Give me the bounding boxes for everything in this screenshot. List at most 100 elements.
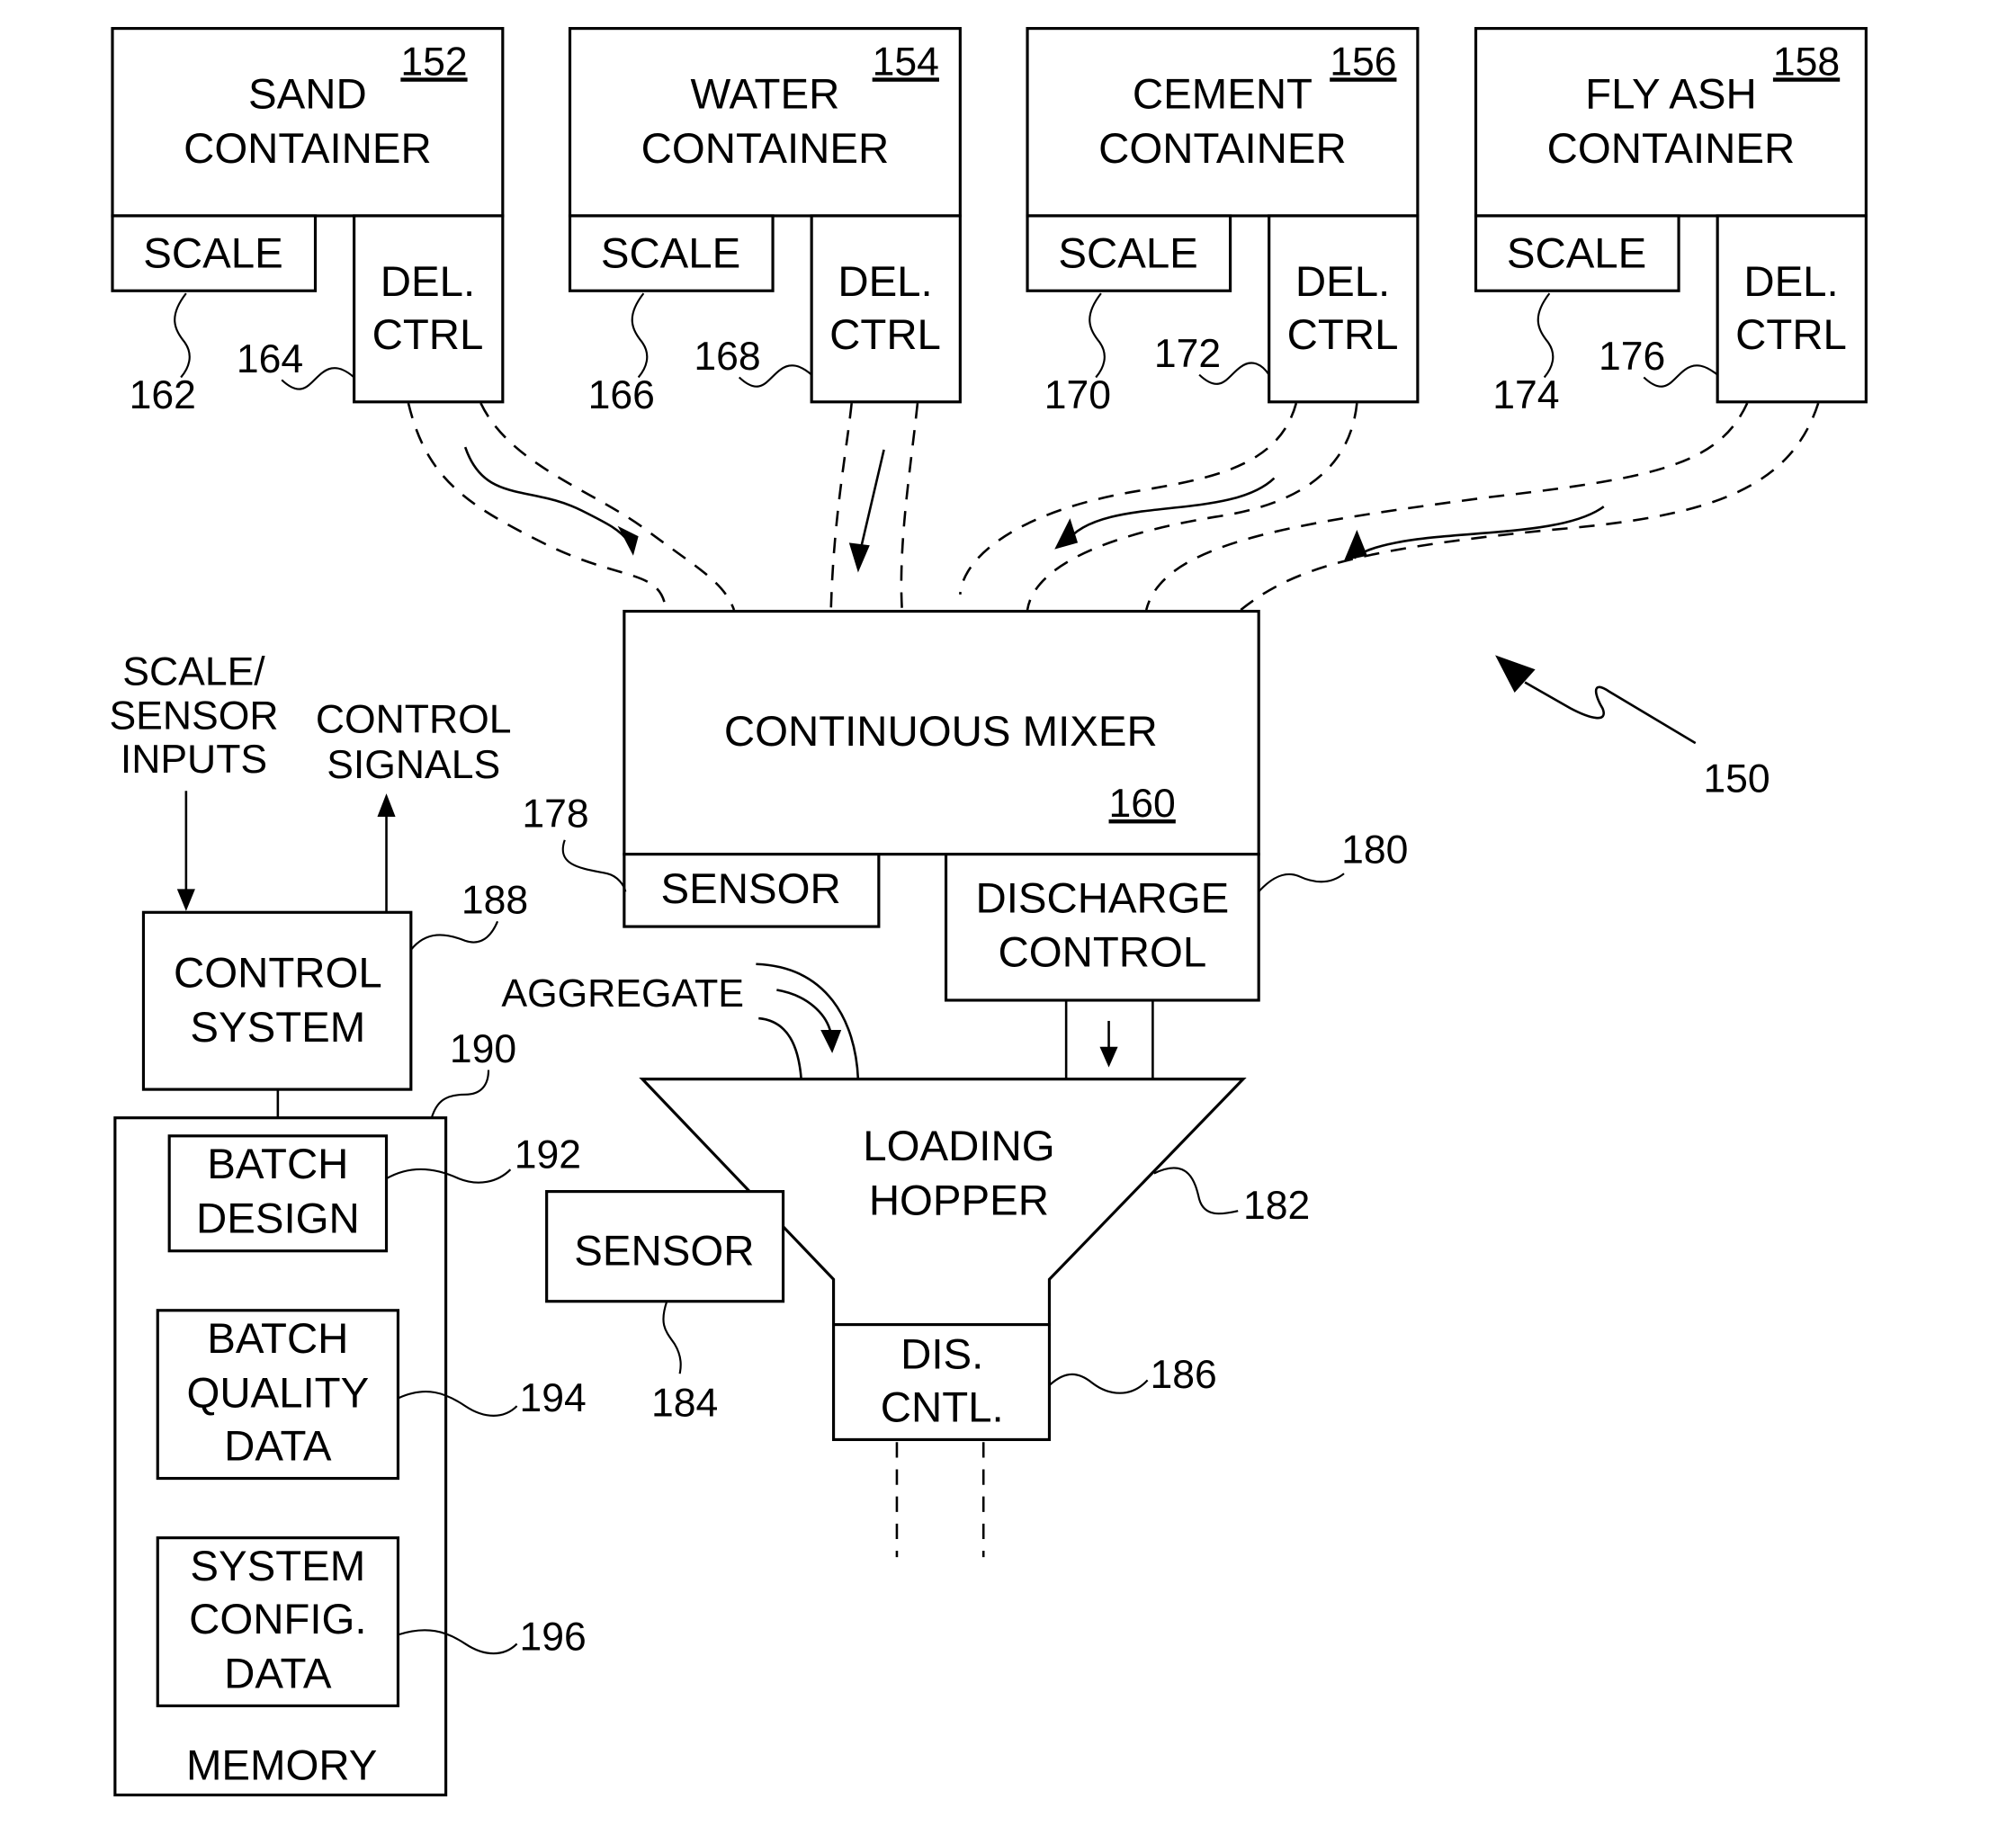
leader-line bbox=[1089, 292, 1106, 379]
arrowhead-icon bbox=[1054, 518, 1079, 550]
ref-label: 184 bbox=[651, 1382, 718, 1426]
water-flow-path bbox=[829, 403, 853, 611]
material-flow-paths bbox=[407, 402, 1820, 612]
scale-label: SCALE bbox=[143, 229, 282, 277]
del-ctrl-label: CTRL bbox=[1287, 311, 1399, 359]
ref-label: 156 bbox=[1330, 40, 1396, 84]
hopper-label: HOPPER bbox=[869, 1177, 1049, 1224]
scale-label: SCALE bbox=[1058, 229, 1197, 277]
container-name: WATER bbox=[691, 71, 840, 119]
ref-label: 182 bbox=[1243, 1184, 1310, 1228]
scale-label: SCALE bbox=[1507, 229, 1646, 277]
container-name: CONTAINER bbox=[1547, 125, 1796, 173]
scale-label: SCALE bbox=[601, 229, 740, 277]
loading-hopper-group: LOADING HOPPER 182 AGGREGATE SENSOR 184 … bbox=[501, 962, 1310, 1558]
system-config-label: SYSTEM bbox=[190, 1543, 365, 1590]
sand-flow-path bbox=[479, 402, 736, 611]
container-name: CEMENT bbox=[1133, 71, 1313, 119]
zigzag-leader bbox=[1524, 681, 1697, 745]
cement-delivery-control bbox=[1268, 214, 1420, 404]
fly-ash-container-group: 158 FLY ASH CONTAINER SCALE DEL. CTRL 17… bbox=[1474, 27, 1868, 417]
arrowhead-icon bbox=[1344, 530, 1367, 561]
leader-line bbox=[174, 292, 191, 379]
dis-cntl-label: CNTL. bbox=[881, 1383, 1004, 1431]
ref-label: 152 bbox=[400, 40, 467, 84]
signals-label: CONTROL bbox=[316, 698, 512, 742]
cement-container-group: 156 CEMENT CONTAINER SCALE DEL. CTRL 170… bbox=[1026, 27, 1420, 417]
ref-label: 166 bbox=[588, 373, 655, 417]
arrowhead-icon bbox=[176, 889, 195, 911]
arrowhead-icon bbox=[820, 1030, 842, 1053]
inputs-label: INPUTS bbox=[121, 738, 267, 782]
leader-line bbox=[662, 1301, 682, 1374]
del-ctrl-label: CTRL bbox=[372, 311, 484, 359]
aggregate-flow-arrow bbox=[776, 989, 832, 1034]
container-name: CONTAINER bbox=[641, 125, 890, 173]
discharge-label: DISCHARGE bbox=[975, 874, 1229, 922]
ref-label: 164 bbox=[237, 337, 303, 381]
sand-flow-path bbox=[407, 402, 668, 608]
system-config-label: DATA bbox=[224, 1650, 332, 1697]
sensor-label: SENSOR bbox=[574, 1227, 754, 1275]
memory-label: MEMORY bbox=[186, 1741, 377, 1789]
container-name: CONTAINER bbox=[184, 125, 432, 173]
arrowhead-icon bbox=[848, 542, 870, 573]
sensor-label: SENSOR bbox=[661, 865, 841, 913]
batch-quality-label: DATA bbox=[224, 1422, 332, 1470]
ref-label: 162 bbox=[130, 373, 196, 417]
arrowhead-icon bbox=[1495, 655, 1536, 694]
batch-quality-label: QUALITY bbox=[186, 1370, 369, 1418]
ref-label: 190 bbox=[450, 1027, 516, 1071]
ref-label: 154 bbox=[873, 40, 939, 84]
arrowhead-icon bbox=[377, 793, 396, 817]
ref-label: 178 bbox=[522, 792, 588, 836]
leader-line bbox=[409, 920, 499, 951]
del-ctrl-label: CTRL bbox=[1735, 311, 1847, 359]
signals-label: SIGNALS bbox=[327, 743, 500, 787]
leader-line bbox=[1153, 1167, 1239, 1215]
hopper-label: LOADING bbox=[863, 1123, 1054, 1170]
del-ctrl-label: CTRL bbox=[829, 311, 941, 359]
arrowhead-icon bbox=[617, 525, 639, 556]
ref-label: 170 bbox=[1044, 373, 1111, 417]
del-ctrl-label: DEL. bbox=[381, 258, 475, 306]
sand-flow-arrow bbox=[463, 446, 631, 544]
leader-line bbox=[430, 1070, 490, 1119]
system-config-label: CONFIG. bbox=[189, 1596, 366, 1643]
dis-cntl-label: DIS. bbox=[900, 1330, 983, 1378]
inputs-label: SENSOR bbox=[109, 694, 278, 738]
sand-delivery-control bbox=[353, 214, 505, 404]
container-name: SAND bbox=[248, 71, 367, 119]
batch-design-label: DESIGN bbox=[196, 1195, 360, 1243]
water-flow-arrow bbox=[859, 449, 885, 550]
mixer-label: CONTINUOUS MIXER bbox=[724, 708, 1158, 756]
ref-label: 186 bbox=[1151, 1353, 1217, 1397]
leader-line bbox=[1258, 873, 1345, 893]
water-flow-path bbox=[900, 403, 919, 611]
discharge-label: CONTROL bbox=[999, 929, 1207, 977]
leader-line bbox=[1048, 1373, 1149, 1394]
ref-label: 172 bbox=[1154, 332, 1221, 376]
leader-line bbox=[631, 292, 649, 379]
ref-label: 174 bbox=[1492, 373, 1559, 417]
figure-reference: 150 bbox=[1495, 655, 1770, 801]
inputs-label: SCALE/ bbox=[122, 649, 265, 694]
aggregate-chute-wall bbox=[758, 1016, 802, 1079]
batch-design-label: BATCH bbox=[207, 1141, 348, 1188]
ref-label: 158 bbox=[1773, 40, 1840, 84]
ref-label: 168 bbox=[694, 335, 760, 379]
del-ctrl-label: DEL. bbox=[1295, 258, 1390, 306]
arrowhead-icon bbox=[1099, 1046, 1118, 1068]
cement-flow-arrow bbox=[1065, 477, 1276, 544]
aggregate-label: AGGREGATE bbox=[501, 972, 744, 1016]
sand-container-group: 152 SAND CONTAINER SCALE DEL. CTRL 162 1… bbox=[111, 27, 505, 417]
memory-group: 190 BATCH DESIGN 192 BATCH QUALITY DATA … bbox=[113, 1027, 587, 1797]
ref-label: 160 bbox=[1109, 782, 1176, 826]
leader-line bbox=[1537, 292, 1555, 379]
ref-label: 194 bbox=[519, 1376, 586, 1420]
batch-quality-label: BATCH bbox=[207, 1315, 348, 1363]
ref-label: 192 bbox=[515, 1133, 581, 1177]
control-system-label: SYSTEM bbox=[190, 1004, 365, 1052]
control-system-label: CONTROL bbox=[174, 950, 382, 998]
water-container-group: 154 WATER CONTAINER SCALE DEL. CTRL 166 … bbox=[568, 27, 962, 417]
